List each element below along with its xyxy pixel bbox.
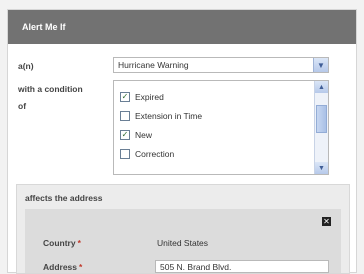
checkbox-checked-icon[interactable]: ✓ (120, 92, 130, 102)
alert-type-select[interactable]: Hurricane Warning ▼ (113, 57, 329, 73)
condition-label-line1: with a condition (18, 84, 83, 94)
listbox-scrollbar[interactable]: ▲ ▼ (314, 81, 328, 174)
checkbox-unchecked-icon[interactable] (120, 111, 130, 121)
condition-option-correction[interactable]: Correction (120, 147, 174, 161)
panel-header: Alert Me If (8, 10, 356, 44)
condition-option-expired[interactable]: ✓ Expired (120, 90, 164, 104)
alert-type-value: Hurricane Warning (118, 60, 189, 70)
scrollbar-thumb[interactable] (316, 105, 327, 133)
checkbox-checked-icon[interactable]: ✓ (120, 130, 130, 140)
required-mark: * (79, 262, 83, 272)
option-label: Expired (135, 92, 164, 102)
required-mark: * (77, 238, 81, 248)
checkbox-unchecked-icon[interactable] (120, 149, 130, 159)
address-label: Address * (43, 262, 82, 272)
option-label: New (135, 130, 153, 140)
condition-option-extension[interactable]: Extension in Time (120, 109, 202, 123)
option-label: Correction (135, 149, 175, 159)
chevron-up-icon[interactable]: ▲ (315, 81, 328, 93)
panel-title: Alert Me If (22, 22, 66, 32)
address-section-title: affects the address (25, 193, 103, 203)
address-label-text: Address (43, 262, 78, 272)
alert-panel: Alert Me If a(n) Hurricane Warning ▼ wit… (7, 9, 357, 274)
country-value: United States (157, 238, 209, 248)
chevron-down-icon[interactable]: ▼ (315, 162, 328, 174)
country-label-text: Country (43, 238, 76, 248)
address-section: affects the address ✕ Country * United St… (16, 184, 350, 274)
alert-type-label: a(n) (18, 61, 34, 71)
condition-listbox[interactable]: ✓ Expired Extension in Time ✓ New Correc… (113, 80, 329, 175)
option-label: Extension in Time (135, 111, 203, 121)
close-icon[interactable]: ✕ (322, 217, 331, 226)
country-label: Country * (43, 238, 81, 248)
address-form: ✕ Country * United States Address * (25, 209, 341, 273)
address-input[interactable] (155, 260, 329, 273)
chevron-down-icon[interactable]: ▼ (313, 58, 328, 72)
condition-option-new[interactable]: ✓ New (120, 128, 152, 142)
condition-label-line2: of (18, 101, 27, 111)
